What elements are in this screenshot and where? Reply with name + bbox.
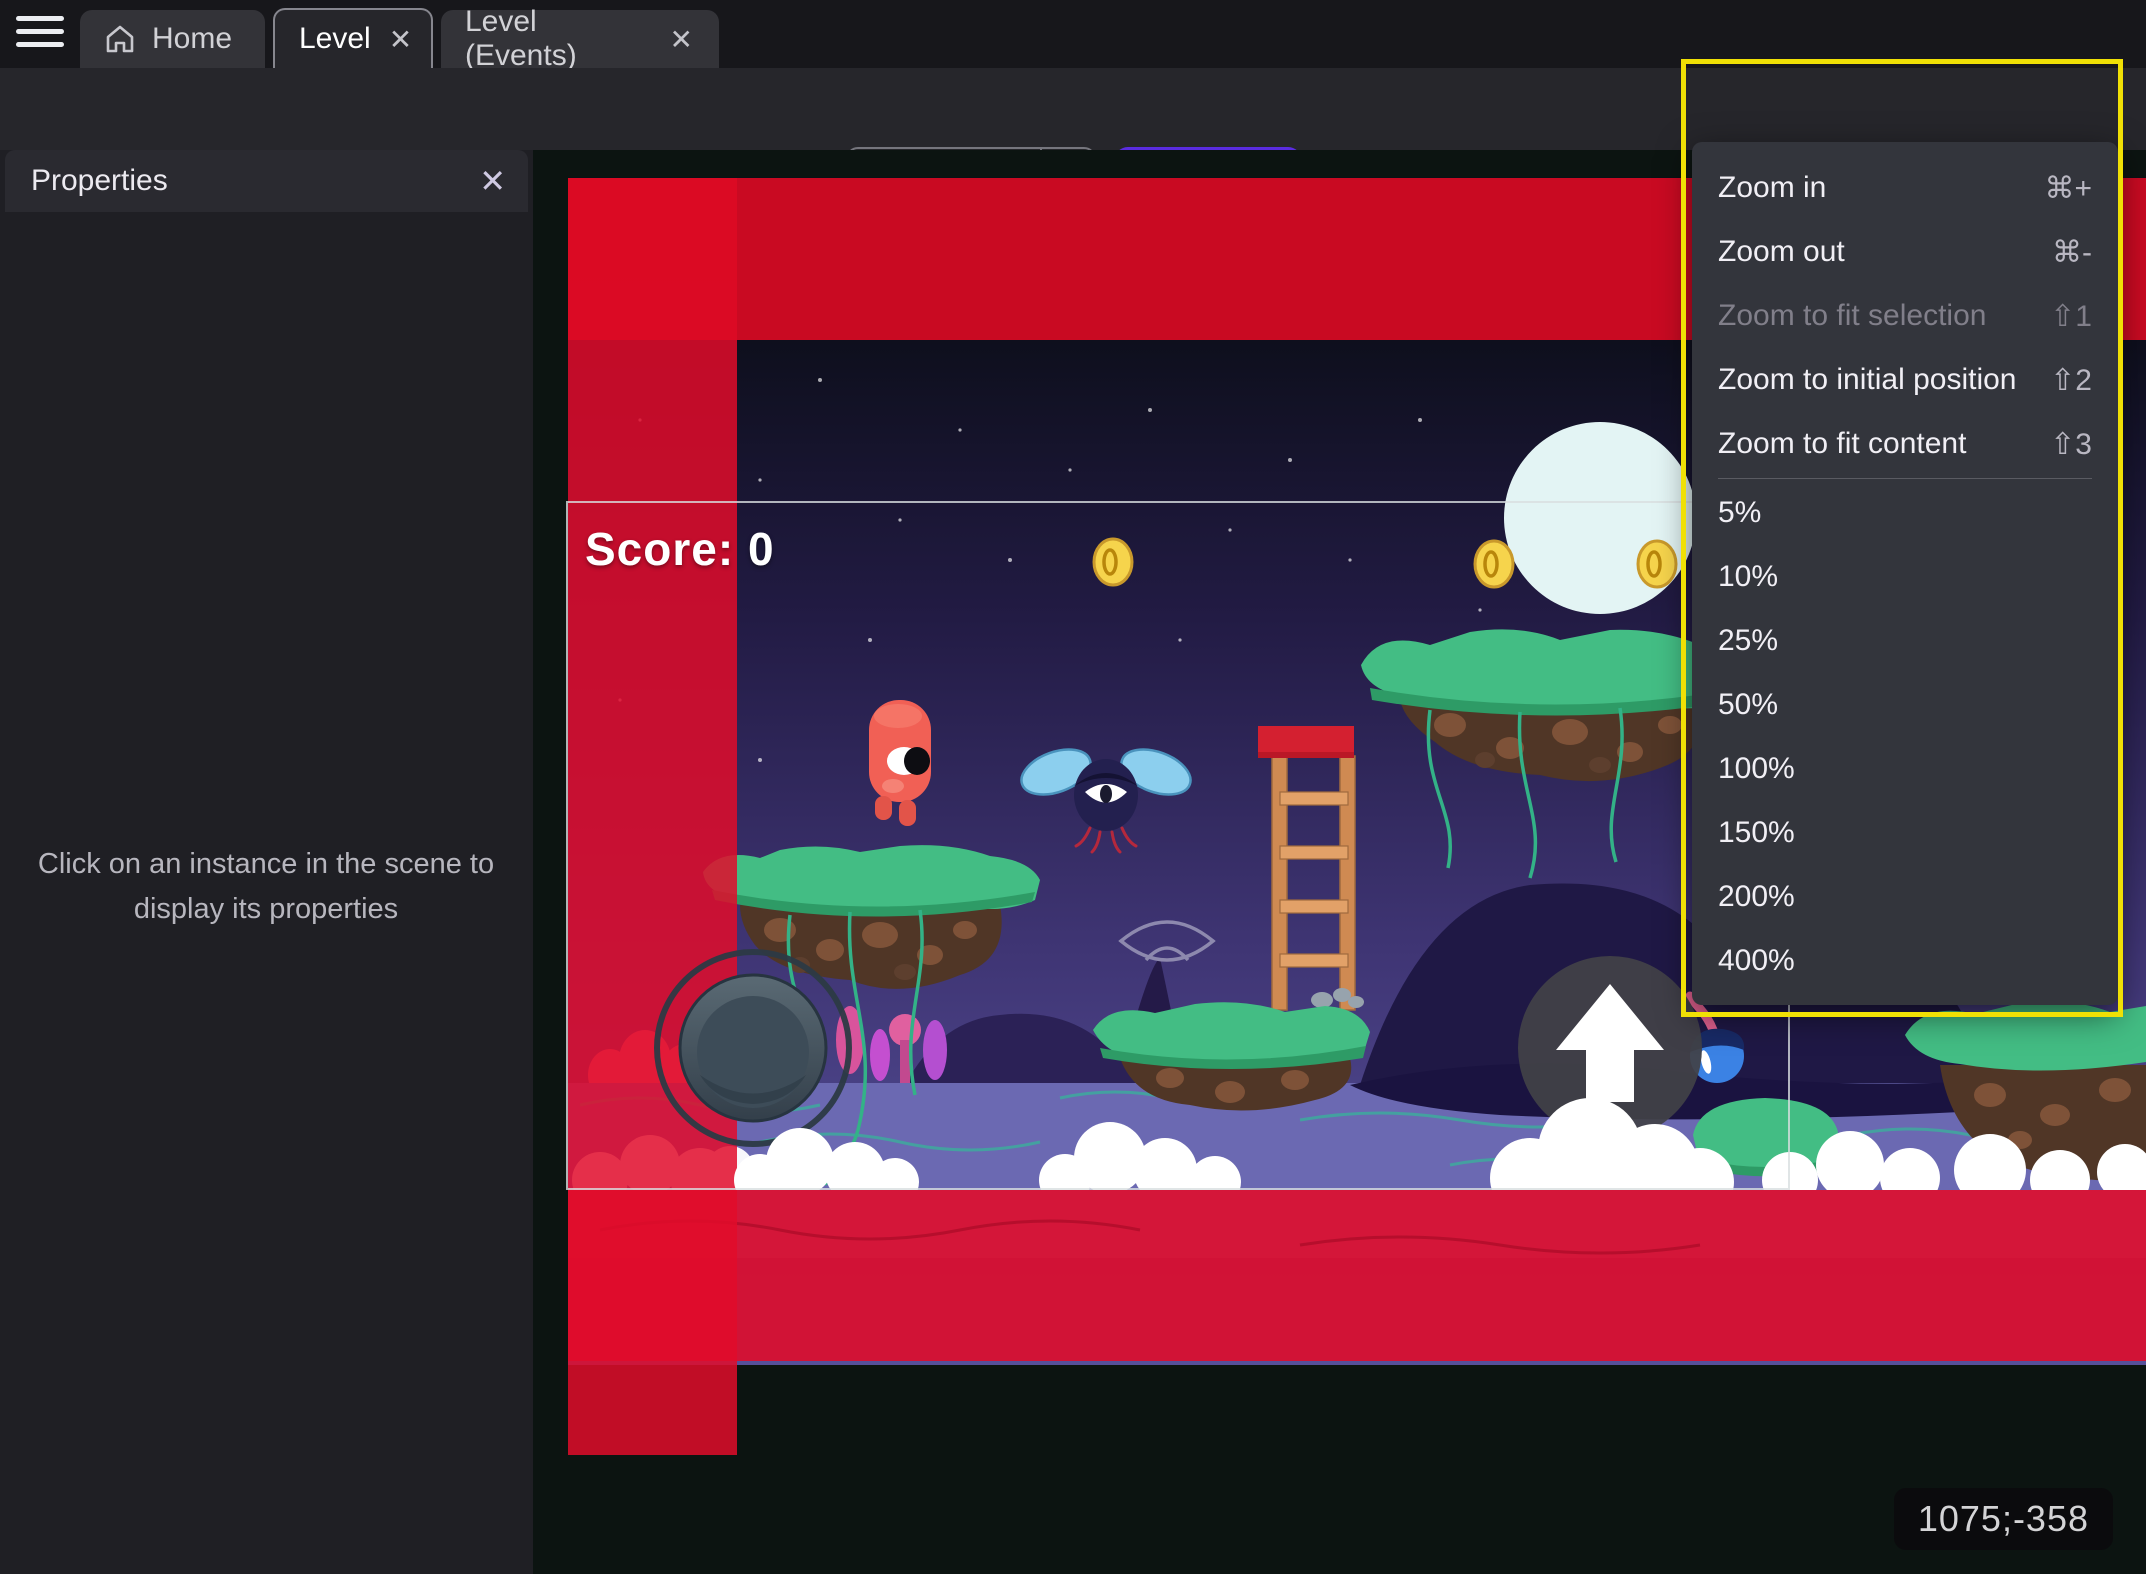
menu-item-label: Zoom in (1718, 171, 1827, 204)
cursor-coordinates-badge: 1075;-358 (1893, 1488, 2113, 1550)
score-text: Score: 0 (585, 523, 775, 575)
menu-item-shortcut: ⇧3 (2050, 427, 2092, 461)
camera-band-left (568, 178, 737, 1455)
menu-item-label: 50% (1718, 688, 1779, 721)
close-tab-icon[interactable]: ✕ (387, 23, 414, 56)
tab-label: Level (Events) (465, 5, 577, 72)
menu-item-zoom-400[interactable]: 400% (1692, 929, 2118, 993)
menu-item-label: 200% (1718, 880, 1795, 913)
menu-item-label: Zoom to initial position (1718, 363, 2017, 396)
coin[interactable] (1636, 539, 1678, 589)
menu-item-zoom-25[interactable]: 25% (1692, 609, 2118, 673)
tab-level[interactable]: Level ✕ (273, 8, 433, 68)
coin[interactable] (1092, 537, 1134, 587)
camera-band-bottom (568, 1190, 2146, 1361)
menu-item-zoom-200[interactable]: 200% (1692, 865, 2118, 929)
menu-item-label: Zoom to fit selection (1718, 299, 1987, 332)
menu-item-shortcut: ⌘+ (2044, 171, 2092, 205)
menu-item-label: Zoom to fit content (1718, 427, 1967, 460)
menu-item-label: 5% (1718, 496, 1762, 529)
menu-item-label: Zoom out (1718, 235, 1845, 268)
menu-item-label: 25% (1718, 624, 1779, 657)
tab-strip: Home Level ✕ Level (Events) ✕ (0, 0, 2146, 72)
main-menu-button[interactable] (16, 16, 64, 52)
home-icon (106, 25, 134, 53)
gdevelop-window: Home Level ✕ Level (Events) ✕ Preview ▼ (0, 0, 2146, 1574)
menu-item-zoom-to-fit-content[interactable]: Zoom to fit content ⇧3 (1692, 412, 2118, 476)
menu-item-zoom-10[interactable]: 10% (1692, 545, 2118, 609)
toolbar: Preview ▼ Publish (0, 68, 2146, 207)
menu-item-zoom-5[interactable]: 5% (1692, 481, 2118, 545)
menu-item-label: 400% (1718, 944, 1795, 977)
menu-item-shortcut: ⇧2 (2050, 363, 2092, 397)
menu-item-zoom-in[interactable]: Zoom in ⌘+ (1692, 156, 2118, 220)
tab-label: Level (299, 22, 371, 55)
tab-level-events[interactable]: Level (Events) ✕ (441, 5, 719, 72)
menu-item-label: 10% (1718, 560, 1779, 593)
menu-item-zoom-100[interactable]: 100% (1692, 737, 2118, 801)
close-tab-icon[interactable]: ✕ (668, 23, 695, 56)
menu-item-zoom-150[interactable]: 150% (1692, 801, 2118, 865)
menu-item-shortcut: ⇧1 (2050, 299, 2092, 333)
properties-panel: Properties ✕ Click on an instance in the… (0, 150, 533, 1574)
properties-panel-header: Properties ✕ (5, 150, 528, 212)
menu-item-shortcut: ⌘- (2052, 235, 2092, 269)
menu-item-zoom-50[interactable]: 50% (1692, 673, 2118, 737)
close-panel-icon[interactable]: ✕ (479, 162, 506, 200)
menu-item-label: 150% (1718, 816, 1795, 849)
menu-item-zoom-out[interactable]: Zoom out ⌘- (1692, 220, 2118, 284)
menu-item-zoom-to-initial-position[interactable]: Zoom to initial position ⇧2 (1692, 348, 2118, 412)
tab-label: Home (152, 22, 233, 55)
joystick-control[interactable] (654, 949, 852, 1147)
zoom-dropdown-menu: Zoom in ⌘+ Zoom out ⌘- Zoom to fit selec… (1692, 142, 2118, 1005)
properties-empty-message: Click on an instance in the scene to dis… (37, 848, 495, 925)
menu-item-zoom-to-fit-selection: Zoom to fit selection ⇧1 (1692, 284, 2118, 348)
menu-item-label: 100% (1718, 752, 1795, 785)
menu-divider (1718, 478, 2092, 479)
properties-panel-title: Properties (31, 164, 168, 197)
tab-home[interactable]: Home (80, 10, 265, 68)
coin[interactable] (1473, 539, 1515, 589)
